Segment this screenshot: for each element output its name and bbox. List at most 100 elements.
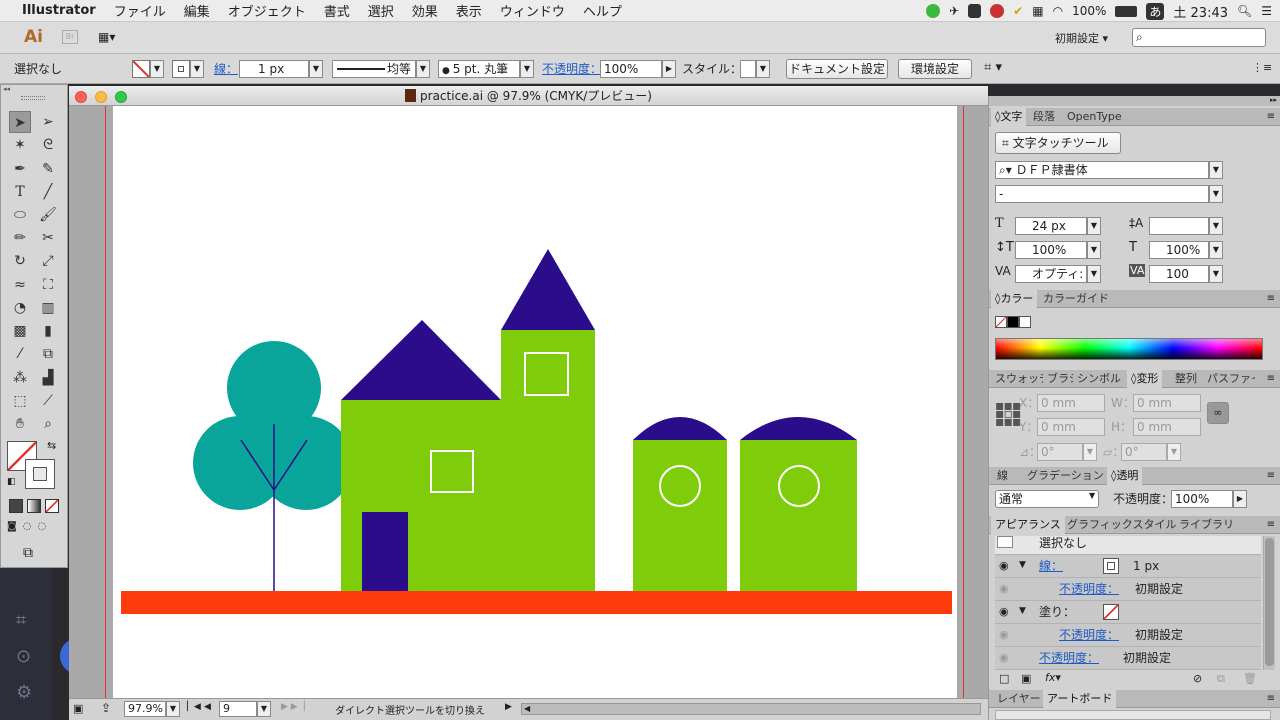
menu-edit[interactable]: 編集: [175, 1, 219, 20]
arrange-documents-icon[interactable]: ▦▾: [98, 30, 124, 44]
shear-dropdown[interactable]: ▼: [1167, 443, 1181, 461]
color-fill-none-swatch[interactable]: [995, 316, 1007, 328]
silo-right-body[interactable]: [740, 440, 857, 591]
gradient-mode-icon[interactable]: [27, 499, 41, 513]
document-setup-button[interactable]: ドキュメント設定: [786, 59, 888, 79]
h-input[interactable]: 0 mm: [1133, 418, 1201, 436]
character-panel-menu-icon[interactable]: ≡: [1267, 111, 1275, 122]
stroke-profile-dropdown[interactable]: ▼: [416, 60, 430, 78]
menu-help[interactable]: ヘルプ: [574, 1, 631, 20]
object-opacity-visibility-icon[interactable]: ◉: [999, 651, 1009, 664]
eyedropper-tool-icon[interactable]: ⁄: [9, 343, 31, 365]
color-spectrum-bar[interactable]: [995, 338, 1263, 360]
kerning-dropdown[interactable]: ▼: [1087, 265, 1101, 283]
settings-icon[interactable]: ⚙: [16, 682, 32, 703]
leading-input[interactable]: [1149, 217, 1209, 235]
house-roof[interactable]: [341, 320, 501, 400]
canvas[interactable]: [69, 106, 988, 698]
graph-tool-icon[interactable]: ▟: [37, 367, 59, 389]
transparency-opacity-dropdown[interactable]: ▶: [1233, 490, 1247, 508]
vertical-scale-input[interactable]: 100%: [1015, 241, 1087, 259]
rotate-tool-icon[interactable]: ↻: [9, 250, 31, 272]
vertical-scale-dropdown[interactable]: ▼: [1087, 241, 1101, 259]
tab-swatches[interactable]: スウォッチ: [991, 370, 1043, 388]
stroke-swatch[interactable]: [172, 60, 190, 78]
default-colors-icon[interactable]: ◧: [7, 477, 16, 487]
perspective-grid-tool-icon[interactable]: ▥: [37, 297, 59, 319]
shear-input[interactable]: 0°: [1121, 443, 1167, 461]
battery-icon[interactable]: [1115, 5, 1138, 17]
font-family-input[interactable]: ⌕▾ ＤＦＰ隷書体: [995, 161, 1209, 179]
mesh-tool-icon[interactable]: ▩: [9, 320, 31, 342]
wifi-icon[interactable]: ◠: [1053, 4, 1063, 18]
tab-appearance[interactable]: アピアランス: [991, 516, 1065, 534]
duplicate-item-icon[interactable]: ⧉: [1217, 672, 1225, 686]
pencil-tool-icon[interactable]: ✏: [9, 227, 31, 249]
bridge-icon[interactable]: Br: [62, 30, 78, 44]
add-effect-icon[interactable]: fx▾: [1045, 671, 1061, 684]
horizontal-scale-input[interactable]: 100%: [1149, 241, 1209, 259]
minimize-window-button[interactable]: [95, 91, 107, 103]
clock[interactable]: 土 23:43: [1173, 2, 1228, 21]
first-artboard-button[interactable]: ▏◀: [187, 702, 201, 712]
toolbox-collapse-icon[interactable]: ◂◂: [3, 85, 67, 93]
transparency-opacity-input[interactable]: 100%: [1171, 490, 1233, 508]
delete-item-icon[interactable]: 🗑︎: [1243, 672, 1257, 685]
opacity-dropdown[interactable]: ▶: [662, 60, 676, 78]
artboard-number-dropdown[interactable]: ▼: [257, 701, 271, 717]
free-transform-tool-icon[interactable]: ⛶: [37, 274, 59, 296]
tab-character[interactable]: ◊文字: [991, 108, 1027, 126]
artboard-number-input[interactable]: 9: [219, 701, 257, 717]
fill-expand-icon[interactable]: ▼: [1019, 606, 1026, 616]
tracking-input[interactable]: 100: [1149, 265, 1209, 283]
stroke-visibility-icon[interactable]: ◉: [999, 559, 1009, 572]
add-stroke-icon[interactable]: □: [999, 672, 1009, 685]
artboard-nav-icon[interactable]: ▣: [73, 702, 83, 715]
next-artboard-button[interactable]: ▶ ▶▕: [281, 702, 305, 712]
appearance-fill-opacity-label[interactable]: 不透明度：: [1059, 626, 1119, 644]
share-document-icon[interactable]: ⇪: [101, 701, 111, 715]
status-menu-arrow[interactable]: ▶: [505, 702, 512, 712]
pen-tool-icon[interactable]: ✒: [9, 158, 31, 180]
prev-artboard-button[interactable]: ◀: [204, 702, 211, 712]
line-icon[interactable]: [926, 4, 941, 18]
shape-builder-tool-icon[interactable]: ◔: [9, 297, 31, 319]
menu-file[interactable]: ファイル: [105, 1, 175, 20]
check-icon[interactable]: ✔: [1013, 4, 1023, 18]
tracking-dropdown[interactable]: ▼: [1209, 265, 1223, 283]
appearance-stroke-label[interactable]: 線：: [1039, 557, 1063, 575]
stroke-expand-icon[interactable]: ▼: [1019, 560, 1026, 570]
opacity-label[interactable]: 不透明度：: [542, 60, 602, 78]
angle-dropdown[interactable]: ▼: [1083, 443, 1097, 461]
font-style-dropdown[interactable]: ▼: [1209, 185, 1223, 203]
notification-icon[interactable]: ☰: [1261, 4, 1272, 18]
zoom-dropdown[interactable]: ▼: [166, 701, 180, 717]
artboard-tool-icon[interactable]: ⬚: [9, 390, 31, 412]
touch-type-button[interactable]: ⌗ 文字タッチツール: [995, 132, 1121, 154]
blend-tool-icon[interactable]: ⧉: [37, 343, 59, 365]
tab-libraries[interactable]: ライブラリ: [1175, 516, 1238, 534]
graphic-style-swatch[interactable]: [740, 60, 756, 78]
curvature-tool-icon[interactable]: ✎: [37, 158, 59, 180]
silo-left-dome[interactable]: [633, 417, 727, 440]
tab-transform[interactable]: ◊変形: [1127, 370, 1163, 388]
x-input[interactable]: 0 mm: [1037, 394, 1105, 412]
add-fill-icon[interactable]: ▣: [1021, 672, 1031, 685]
hand-tool-icon[interactable]: ✋︎: [9, 413, 31, 435]
brush-dropdown[interactable]: ▼: [520, 60, 534, 78]
kerning-input[interactable]: オプティ:: [1015, 265, 1087, 283]
color-panel-menu-icon[interactable]: ≡: [1267, 293, 1275, 304]
swap-colors-icon[interactable]: ⇆: [47, 439, 56, 452]
menu-type[interactable]: 書式: [315, 1, 359, 20]
stroke-label[interactable]: 線：: [214, 60, 238, 78]
blend-mode-select[interactable]: 通常: [995, 490, 1099, 508]
tab-graphic-styles[interactable]: グラフィックスタイル: [1063, 516, 1180, 534]
control-menu-icon[interactable]: ⋮≡: [1252, 61, 1272, 74]
isolate-icon[interactable]: ⌗ ▾: [984, 60, 1002, 75]
stroke-color-swatch[interactable]: [25, 459, 55, 489]
layers-panel-menu-icon[interactable]: ≡: [1267, 693, 1275, 704]
preferences-button[interactable]: 環境設定: [898, 59, 972, 79]
tab-brushes[interactable]: ブラシ: [1043, 370, 1073, 388]
zoom-window-button[interactable]: [115, 91, 127, 103]
evernote-icon[interactable]: [968, 4, 982, 18]
